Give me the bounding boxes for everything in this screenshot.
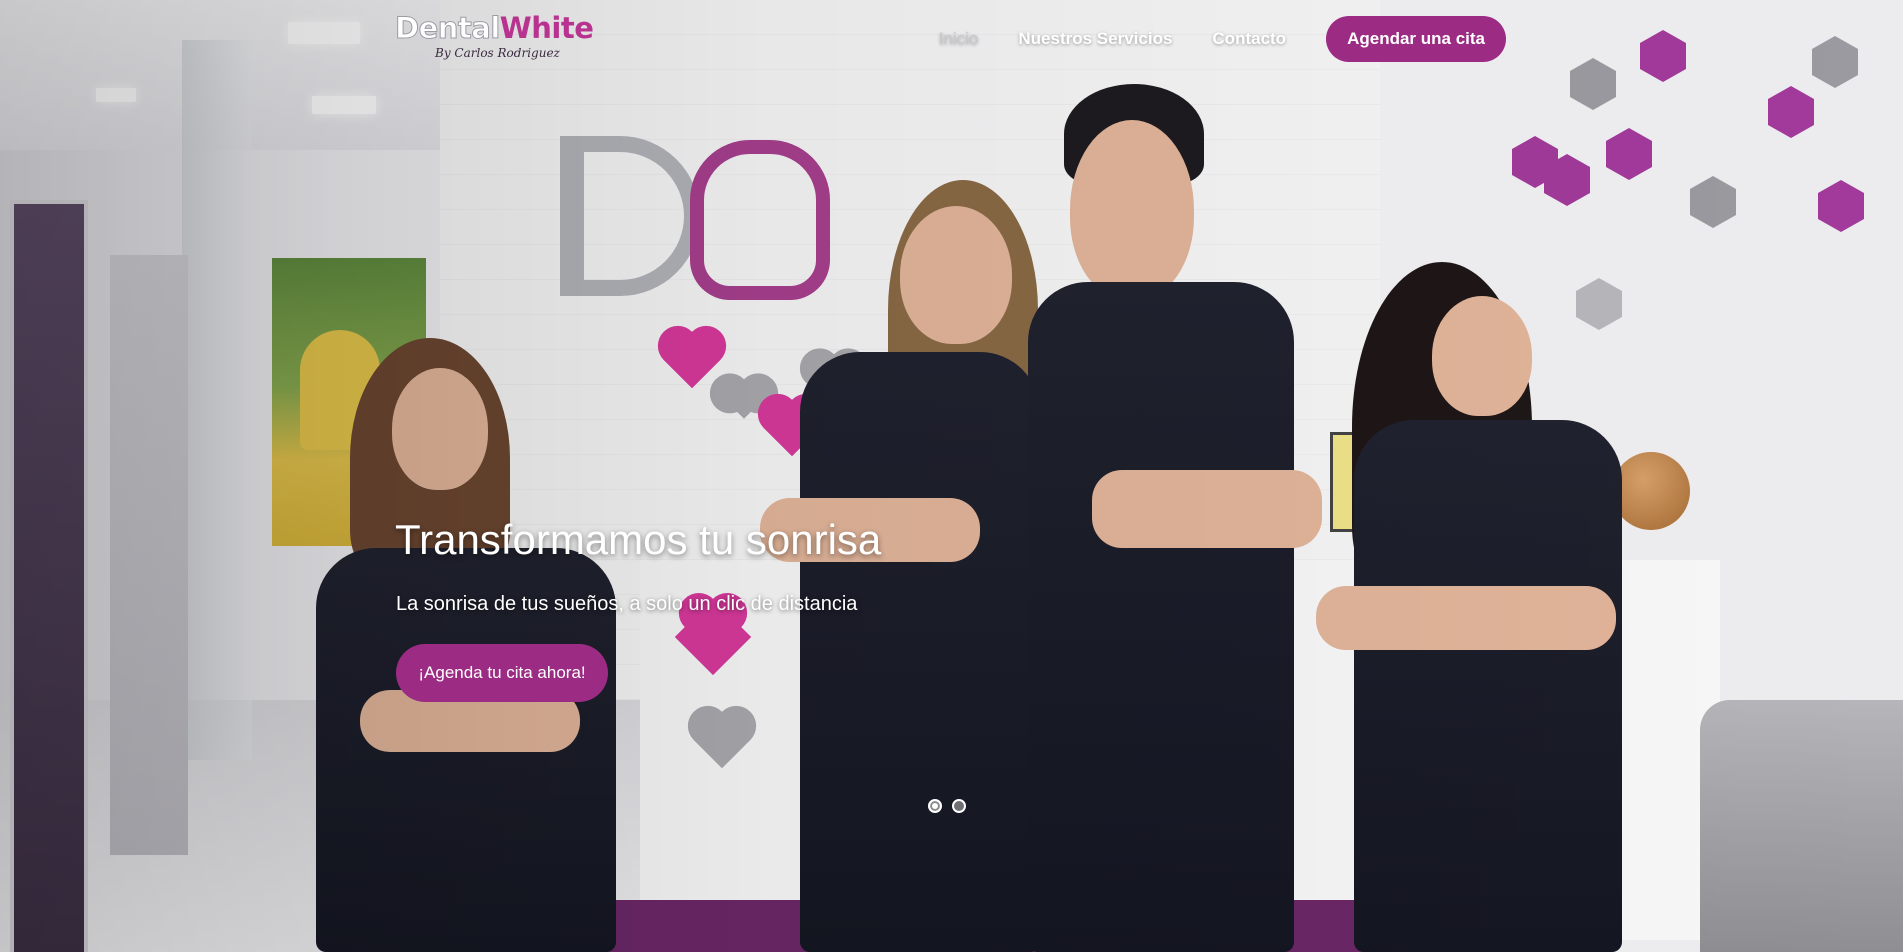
nav-link-contacto[interactable]: Contacto	[1212, 29, 1286, 49]
main-navigation: Inicio Nuestros Servicios Contacto Agend…	[939, 16, 1506, 62]
agenda-tu-cita-button[interactable]: ¡Agenda tu cita ahora!	[396, 644, 608, 702]
hero-title: Transformamos tu sonrisa	[395, 516, 882, 563]
slide-dot-icon[interactable]	[952, 799, 966, 813]
nav-link-inicio[interactable]: Inicio	[939, 29, 979, 49]
slide-dot-icon[interactable]	[928, 799, 942, 813]
slider-pagination	[928, 799, 966, 813]
hero-subtitle: La sonrisa de tus sueños, a solo un clic…	[396, 593, 858, 615]
site-logo[interactable]: DentalWhite By Carlos Rodriguez	[395, 11, 594, 68]
agendar-cita-button[interactable]: Agendar una cita	[1326, 16, 1506, 62]
logo-tagline: By Carlos Rodriguez	[435, 46, 560, 60]
nav-link-nuestros-servicios[interactable]: Nuestros Servicios	[1018, 29, 1172, 49]
logo-word-white: White	[499, 11, 594, 45]
logo-word-dental: Dental	[395, 11, 501, 45]
logo-wordmark: DentalWhite	[395, 11, 594, 45]
